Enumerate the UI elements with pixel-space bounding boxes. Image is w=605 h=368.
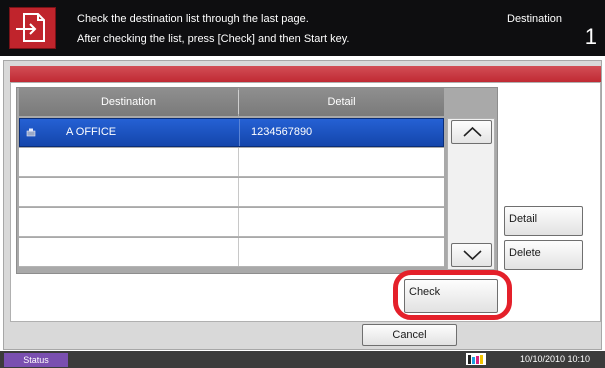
datetime-display: 10/10/2010 10:10 [520, 354, 591, 364]
list-row-4[interactable] [19, 208, 444, 237]
header-message-line2: After checking the list, press [Check] a… [77, 33, 350, 45]
row-destination-name: A OFFICE [66, 126, 117, 138]
chevron-up-icon [463, 126, 482, 137]
fax-icon [26, 128, 36, 137]
row-detail-number: 1234567890 [251, 126, 313, 138]
row-cell-divider [238, 208, 239, 236]
column-header-detail: Detail [239, 88, 444, 116]
row-cell-divider [238, 148, 239, 176]
chevron-down-icon [463, 250, 482, 261]
row-cell-divider [238, 178, 239, 206]
cancel-button[interactable]: Cancel [362, 324, 457, 346]
list-row-1[interactable]: A OFFICE 1234567890 [19, 118, 444, 147]
check-button[interactable]: Check [404, 279, 498, 313]
status-button-label: Status [23, 355, 49, 365]
cancel-button-label: Cancel [392, 329, 427, 341]
destination-label: Destination [507, 13, 563, 25]
scroll-up-button[interactable] [451, 120, 492, 144]
column-header-destination: Destination [19, 88, 238, 116]
row-cell-divider [238, 238, 239, 266]
list-row-3[interactable] [19, 178, 444, 207]
send-check-icon [9, 7, 56, 49]
list-row-5[interactable] [19, 238, 444, 267]
scroll-down-button[interactable] [451, 243, 492, 267]
delete-button[interactable]: Delete [504, 240, 583, 270]
check-button-label: Check [409, 286, 441, 298]
send-confirmation-screen: Check the destination list through the l… [0, 0, 605, 368]
row-cell-divider [239, 119, 240, 146]
delete-button-label: Delete [509, 247, 541, 259]
toner-level-icon [466, 353, 486, 365]
detail-button-label: Detail [509, 213, 538, 225]
destination-count: 1 [584, 24, 597, 49]
accent-bar [10, 66, 601, 82]
detail-button[interactable]: Detail [504, 206, 583, 236]
status-button[interactable]: Status [4, 353, 68, 367]
list-row-2[interactable] [19, 148, 444, 177]
header-message-line1: Check the destination list through the l… [77, 13, 309, 25]
status-bar [0, 351, 605, 368]
header-bar: Check the destination list through the l… [0, 0, 605, 56]
